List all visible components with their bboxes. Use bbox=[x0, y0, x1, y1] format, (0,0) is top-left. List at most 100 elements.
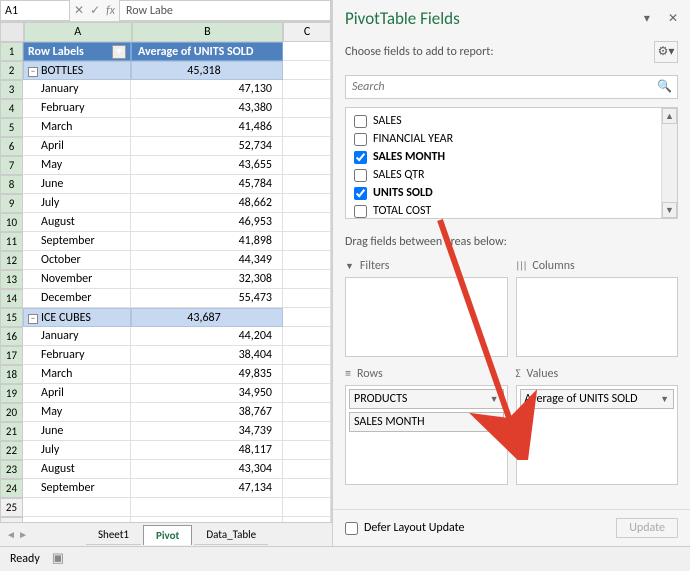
row-header[interactable]: 14 bbox=[0, 289, 23, 308]
row-header[interactable]: 12 bbox=[0, 251, 23, 270]
cell[interactable]: February bbox=[23, 346, 131, 365]
cell[interactable] bbox=[283, 80, 331, 99]
cell[interactable]: 45,784 bbox=[131, 175, 283, 194]
cell[interactable]: September bbox=[23, 232, 131, 251]
cell[interactable]: 34,950 bbox=[131, 384, 283, 403]
collapse-icon[interactable]: − bbox=[28, 314, 38, 324]
cell[interactable]: August bbox=[23, 460, 131, 479]
cell[interactable] bbox=[283, 422, 331, 441]
cell[interactable] bbox=[283, 99, 331, 118]
cell[interactable] bbox=[283, 289, 331, 308]
cell[interactable]: Row Labels▾ bbox=[23, 42, 131, 61]
row-header[interactable]: 18 bbox=[0, 365, 23, 384]
field-checkbox[interactable] bbox=[354, 133, 367, 146]
cell[interactable] bbox=[283, 460, 331, 479]
update-button[interactable]: Update bbox=[616, 518, 678, 538]
defer-checkbox[interactable]: Defer Layout Update bbox=[345, 521, 465, 535]
scroll-down-icon[interactable]: ▼ bbox=[662, 202, 677, 218]
columns-dropzone[interactable] bbox=[516, 277, 679, 357]
cell[interactable] bbox=[283, 137, 331, 156]
tab-sheet1[interactable]: Sheet1 bbox=[86, 525, 141, 545]
cell[interactable] bbox=[283, 251, 331, 270]
cell[interactable]: −ICE CUBES bbox=[23, 308, 131, 327]
area-field-chip[interactable]: PRODUCTS▼ bbox=[349, 389, 504, 409]
col-header-c[interactable]: C bbox=[283, 22, 331, 42]
field-search[interactable]: 🔍 bbox=[345, 75, 678, 99]
row-header[interactable]: 10 bbox=[0, 213, 23, 232]
cell[interactable]: 41,898 bbox=[131, 232, 283, 251]
cell[interactable]: 52,734 bbox=[131, 137, 283, 156]
area-field-chip[interactable]: SALES MONTH▼ bbox=[349, 412, 504, 432]
cell[interactable]: 32,308 bbox=[131, 270, 283, 289]
search-input[interactable] bbox=[345, 75, 678, 99]
cell[interactable]: 48,117 bbox=[131, 441, 283, 460]
row-header[interactable]: 9 bbox=[0, 194, 23, 213]
cell[interactable]: August bbox=[23, 213, 131, 232]
field-checkbox[interactable] bbox=[354, 169, 367, 182]
row-header[interactable]: 2 bbox=[0, 61, 23, 80]
cell[interactable]: 44,204 bbox=[131, 327, 283, 346]
cell[interactable]: 41,486 bbox=[131, 118, 283, 137]
cell[interactable]: July bbox=[23, 194, 131, 213]
chevron-down-icon[interactable]: ▼ bbox=[490, 394, 499, 405]
row-header[interactable]: 19 bbox=[0, 384, 23, 403]
cell[interactable]: 55,473 bbox=[131, 289, 283, 308]
row-header[interactable]: 13 bbox=[0, 270, 23, 289]
row-header[interactable]: 3 bbox=[0, 80, 23, 99]
row-header[interactable]: 1 bbox=[0, 42, 23, 61]
cancel-icon[interactable]: ✕ bbox=[74, 3, 84, 18]
tab-pivot[interactable]: Pivot bbox=[143, 525, 192, 545]
row-header[interactable]: 11 bbox=[0, 232, 23, 251]
select-all-corner[interactable] bbox=[0, 22, 24, 42]
field-checkbox[interactable] bbox=[354, 205, 367, 218]
name-box[interactable]: A1 bbox=[0, 0, 70, 21]
cell[interactable] bbox=[283, 479, 331, 498]
cell[interactable]: April bbox=[23, 137, 131, 156]
field-item[interactable]: SALES QTR bbox=[346, 166, 677, 184]
cell[interactable]: 43,687 bbox=[131, 308, 283, 327]
cell[interactable] bbox=[283, 365, 331, 384]
cell[interactable]: 43,380 bbox=[131, 99, 283, 118]
row-header[interactable]: 24 bbox=[0, 479, 23, 498]
field-item[interactable]: SALES MONTH bbox=[346, 148, 677, 166]
field-list[interactable]: SALESFINANCIAL YEARSALES MONTHSALES QTRU… bbox=[345, 107, 678, 219]
field-item[interactable]: SALES bbox=[346, 112, 677, 130]
row-header[interactable]: 16 bbox=[0, 327, 23, 346]
cell[interactable] bbox=[283, 194, 331, 213]
cell[interactable] bbox=[283, 61, 331, 80]
cell[interactable]: February bbox=[23, 99, 131, 118]
cell[interactable] bbox=[283, 270, 331, 289]
cell[interactable] bbox=[283, 213, 331, 232]
cell[interactable] bbox=[283, 346, 331, 365]
pane-close-icon[interactable]: ✕ bbox=[668, 11, 678, 26]
row-header[interactable]: 15 bbox=[0, 308, 23, 327]
cell[interactable]: 43,655 bbox=[131, 156, 283, 175]
cell[interactable]: 38,404 bbox=[131, 346, 283, 365]
field-item[interactable]: FINANCIAL YEAR bbox=[346, 130, 677, 148]
cell[interactable] bbox=[283, 42, 331, 61]
cell[interactable]: June bbox=[23, 422, 131, 441]
row-header[interactable]: 7 bbox=[0, 156, 23, 175]
row-header[interactable]: 5 bbox=[0, 118, 23, 137]
cell[interactable]: 47,130 bbox=[131, 80, 283, 99]
rows-dropzone[interactable]: PRODUCTS▼ SALES MONTH▼ bbox=[345, 385, 508, 485]
cell[interactable] bbox=[283, 403, 331, 422]
values-dropzone[interactable]: Average of UNITS SOLD▼ bbox=[516, 385, 679, 485]
cell[interactable] bbox=[283, 441, 331, 460]
cell[interactable]: 49,835 bbox=[131, 365, 283, 384]
row-header[interactable]: 6 bbox=[0, 137, 23, 156]
cell[interactable]: 46,953 bbox=[131, 213, 283, 232]
cell[interactable]: December bbox=[23, 289, 131, 308]
cell[interactable]: October bbox=[23, 251, 131, 270]
row-header[interactable]: 23 bbox=[0, 460, 23, 479]
field-item[interactable]: TOTAL COST bbox=[346, 202, 677, 220]
cell[interactable]: Average of UNITS SOLD bbox=[131, 42, 283, 61]
cell[interactable]: −BOTTLES bbox=[23, 61, 131, 80]
row-header[interactable]: 21 bbox=[0, 422, 23, 441]
cell[interactable]: July bbox=[23, 441, 131, 460]
cell[interactable]: 38,767 bbox=[131, 403, 283, 422]
cell[interactable]: 48,662 bbox=[131, 194, 283, 213]
cell[interactable]: January bbox=[23, 80, 131, 99]
cell[interactable]: 44,349 bbox=[131, 251, 283, 270]
cell[interactable]: September bbox=[23, 479, 131, 498]
